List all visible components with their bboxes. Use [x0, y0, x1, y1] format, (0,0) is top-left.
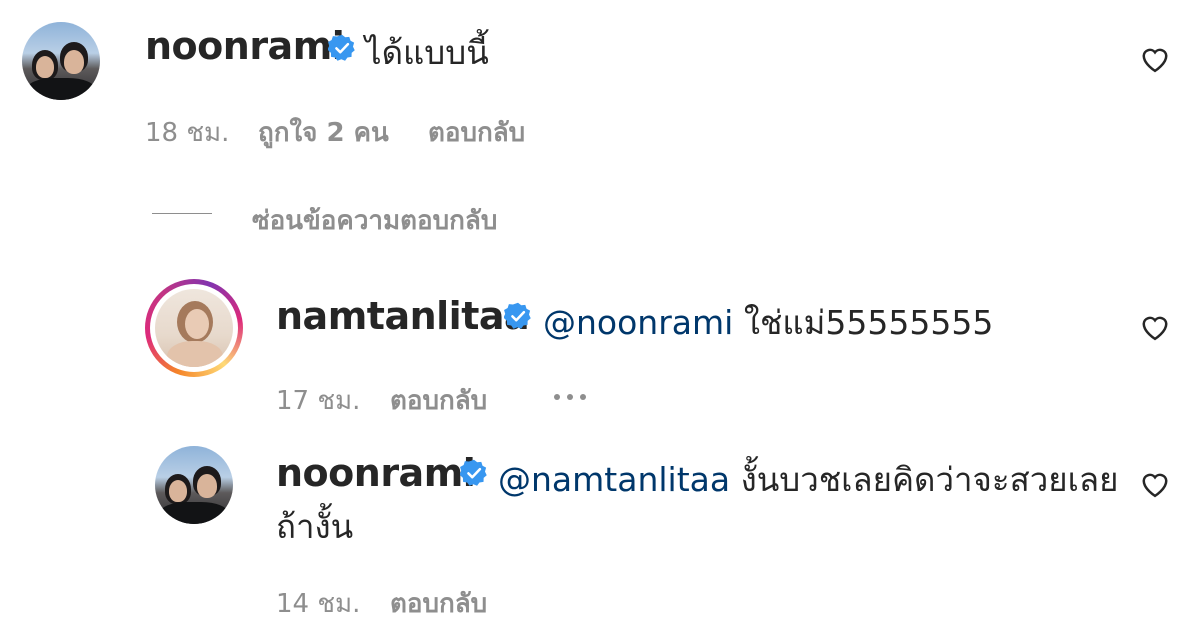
verified-badge-icon — [504, 302, 531, 329]
hide-replies-button[interactable]: ซ่อนข้อความตอบกลับ — [252, 200, 497, 241]
reply-button[interactable]: ตอบกลับ — [390, 380, 487, 421]
heart-outline-icon[interactable] — [1140, 45, 1170, 73]
verified-badge-icon — [328, 34, 355, 61]
avatar-namtanlitaa — [155, 289, 233, 367]
reply-body: ใช่แม่55555555 — [743, 303, 994, 342]
reply-button[interactable]: ตอบกลับ — [428, 112, 525, 153]
comment-text: ได้แบบนี้ — [365, 33, 489, 72]
reply-time: 14 ชม. — [276, 589, 361, 619]
heart-outline-icon[interactable] — [1140, 470, 1170, 498]
reply-time: 17 ชม. — [276, 386, 361, 416]
verified-badge-icon — [460, 459, 487, 486]
comment-username[interactable]: noonrami — [145, 24, 345, 68]
reply-text-line2: ถ้างั้น — [276, 507, 354, 546]
replies-divider — [152, 213, 212, 214]
reply-username[interactable]: namtanlitaa — [276, 294, 530, 338]
reply-body: งั้นบวชเลยคิดว่าจะสวยเลย — [740, 460, 1119, 499]
comment-likes[interactable]: ถูกใจ 2 คน — [258, 112, 389, 153]
mention-link[interactable]: @noonrami — [543, 303, 733, 342]
avatar-noonrami[interactable] — [155, 446, 233, 524]
avatar-namtanlitaa-story-ring[interactable] — [145, 279, 243, 377]
reply-text: @namtanlitaa งั้นบวชเลยคิดว่าจะสวยเลย — [498, 453, 1118, 506]
reply-text: @noonrami ใช่แม่55555555 — [543, 296, 993, 349]
more-options-icon[interactable] — [554, 394, 586, 400]
heart-outline-icon[interactable] — [1140, 313, 1170, 341]
reply-button[interactable]: ตอบกลับ — [390, 583, 487, 624]
avatar-noonrami[interactable] — [22, 22, 100, 100]
reply-username[interactable]: noonrami — [276, 451, 476, 495]
comment-time: 18 ชม. — [145, 118, 230, 148]
mention-link[interactable]: @namtanlitaa — [498, 460, 730, 499]
